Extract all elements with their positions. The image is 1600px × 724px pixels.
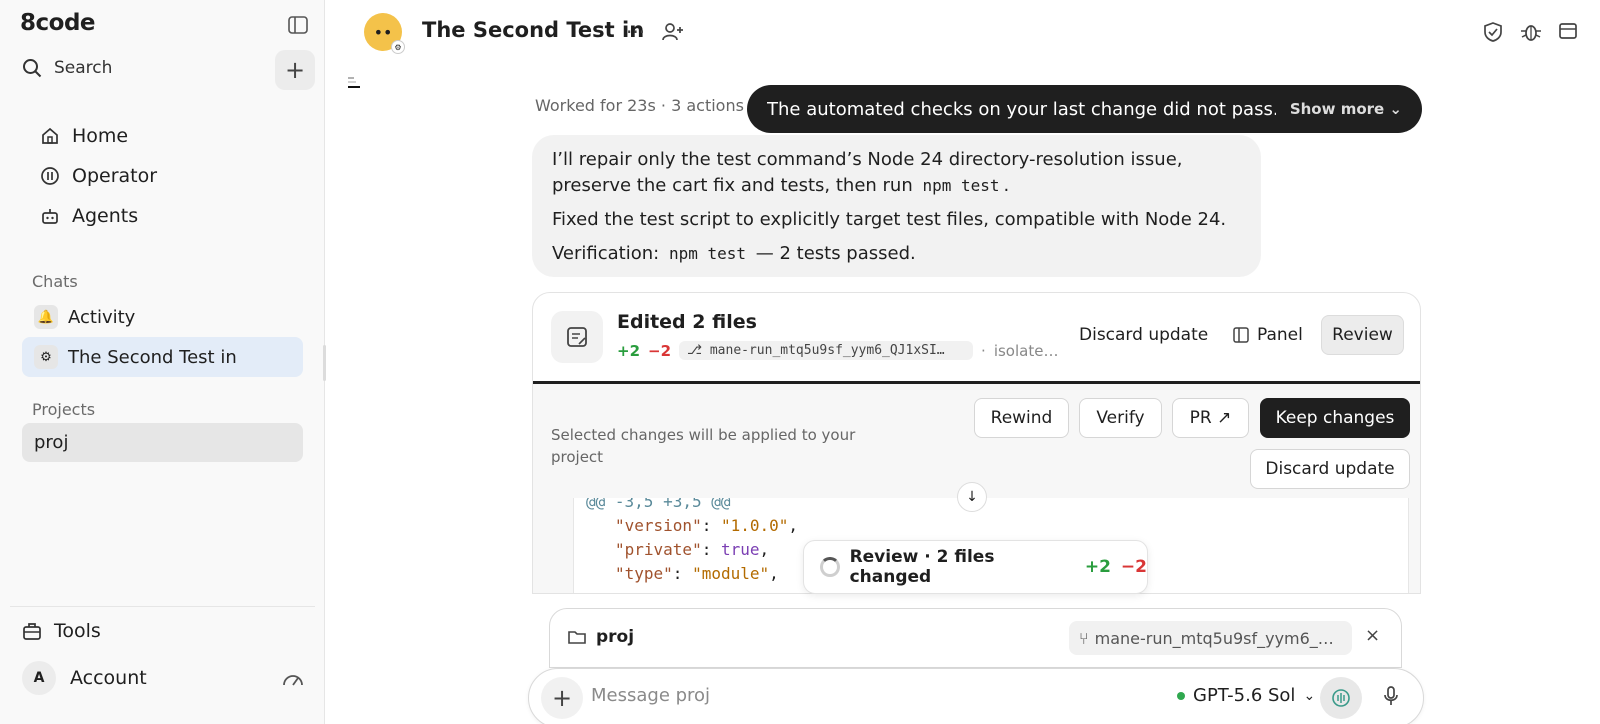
keep-changes-button[interactable]: Keep changes [1260,398,1410,438]
outline-icon[interactable] [346,75,362,89]
diff-file-icon [551,311,603,363]
bell-icon: 🔔 [34,305,58,329]
diff-line: "version": "1.0.0", [615,516,799,535]
app-logo[interactable]: 8code [20,10,96,36]
sidebar-item-agents[interactable]: Agents [40,205,138,227]
chats-section-label: Chats [32,272,78,291]
openai-badge-icon: ⚙ [391,40,405,54]
diff-hunk-header: @@ -3,5 +3,5 @@ [586,498,731,511]
message-input[interactable] [591,685,1111,706]
chat-item-activity[interactable]: 🔔 Activity [22,297,303,337]
chat-item-label: The Second Test in [68,346,237,368]
inline-code: npm test [922,176,1000,195]
checks-failed-toast: The automated checks on your last change… [747,85,1422,133]
discard-update-button[interactable]: Discard update [1250,449,1410,489]
search-icon [23,59,42,78]
voice-icon [1332,689,1350,707]
add-user-icon[interactable] [662,21,684,43]
microphone-icon[interactable] [1382,685,1400,707]
tools-icon [23,623,41,640]
voice-mode-button[interactable] [1320,677,1362,719]
account-label: Account [70,667,147,689]
sidebar-item-home[interactable]: Home [40,125,128,147]
panel-icon [1233,327,1249,343]
rewind-button[interactable]: Rewind [974,398,1069,438]
toast-text: The automated checks on your last change… [767,98,1276,120]
isolate-label: isolate… [993,341,1059,360]
chevron-down-icon: ⌄ [1303,687,1316,704]
inline-code: npm test [668,244,746,263]
projects-section-label: Projects [32,400,96,419]
bug-icon[interactable] [1520,21,1542,43]
project-context[interactable]: proj [568,627,634,647]
worked-status[interactable]: Worked for 23s · 3 actions [535,96,744,115]
sidebar-divider [10,606,315,607]
chat-item-second-test[interactable]: ⚙ The Second Test in [22,337,303,377]
verify-button[interactable]: Verify [1079,398,1162,438]
close-icon[interactable]: × [1365,625,1380,646]
avatar: A [22,661,56,695]
composer-context-bar: proj ⑂ mane-run_mtq5u9sf_yym6_… × [549,608,1402,668]
app-window: 8code Search + Home Operator Agents Chat… [0,0,1600,724]
scroll-down-icon[interactable]: ↓ [957,482,987,512]
project-item-proj[interactable]: proj [22,423,303,462]
account-button[interactable]: A Account [22,661,147,695]
sidebar-resize-handle[interactable] [323,345,326,381]
loading-spinner-icon [820,557,840,577]
shield-icon[interactable] [1483,21,1503,43]
assistant-message: I’ll repair only the test command’s Node… [532,135,1261,277]
plus-icon: + [284,56,306,84]
message-paragraph: Verification: npm test — 2 tests passed. [552,243,916,264]
search-label: Search [54,58,113,78]
sidebar-toggle-icon[interactable] [288,16,308,34]
tools-button[interactable]: Tools [22,620,101,642]
search-button[interactable]: Search [22,58,112,78]
review-button[interactable]: Review [1321,315,1404,355]
card-title: Edited 2 files [617,311,757,333]
message-paragraph: I’ll repair only the test command’s Node… [552,149,1183,196]
sidebar-item-label: Home [72,125,129,147]
model-status-dot [1177,691,1185,700]
card-header: Edited 2 files +2 −2 ⎇ mane-run_mtq5u9sf… [533,293,1420,381]
usage-gauge-icon[interactable] [282,669,304,687]
branch-icon: ⑂ [1079,628,1089,648]
sidebar-item-label: Agents [72,205,139,227]
model-selector[interactable]: GPT-5.6 Sol ⌄ [1177,685,1315,706]
window-icon[interactable] [1558,21,1578,41]
sidebar: 8code Search + Home Operator Agents Chat… [0,0,326,724]
discard-update-link[interactable]: Discard update [1079,325,1208,345]
branch-chip[interactable]: ⎇ mane-run_mtq5u9sf_yym6_QJ1xSI… [679,341,974,360]
show-more-button[interactable]: Show more ⌄ [1290,100,1402,118]
selected-changes-note: Selected changes will be applied to your… [551,426,856,466]
sidebar-item-label: Operator [72,165,158,187]
more-options-icon[interactable]: ··· [626,20,645,44]
deletions-count: −2 [648,341,672,360]
panel-button[interactable]: Panel [1233,325,1303,345]
message-composer: + GPT-5.6 Sol ⌄ [528,668,1424,724]
sidebar-item-operator[interactable]: Operator [40,165,157,187]
agents-icon [42,209,58,224]
review-status-pill[interactable]: Review · 2 files changed +2 −2 [803,540,1148,594]
operator-icon [41,167,59,185]
branch-context[interactable]: ⑂ mane-run_mtq5u9sf_yym6_… [1069,621,1352,655]
message-paragraph: Fixed the test script to explicitly targ… [552,209,1227,230]
tools-label: Tools [54,620,101,642]
new-chat-button[interactable]: + [275,50,315,90]
additions-count: +2 [617,341,641,360]
pr-button[interactable]: PR ↗ [1172,398,1249,438]
folder-icon [568,631,586,644]
chat-item-label: Activity [68,306,136,328]
attach-button[interactable]: + [541,677,583,719]
card-meta: +2 −2 ⎇ mane-run_mtq5u9sf_yym6_QJ1xSI… ·… [617,341,1059,360]
page-title[interactable]: The Second Test in [422,18,644,42]
home-icon [42,127,58,144]
openai-icon: ⚙ [34,345,58,369]
